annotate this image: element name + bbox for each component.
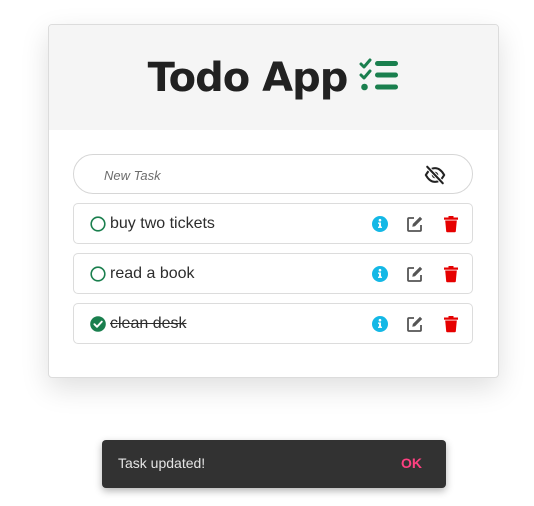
card-body: buy two tickets [49, 130, 498, 344]
circle-icon[interactable] [90, 266, 106, 282]
info-circle-icon[interactable] [371, 215, 389, 233]
trash-icon[interactable] [442, 265, 460, 283]
task-label: buy two tickets [110, 215, 215, 232]
todo-card: Todo App New Task buy two tickets read a… [48, 24, 499, 378]
eye-slash-icon[interactable] [424, 164, 446, 186]
circle-icon[interactable] [90, 216, 106, 232]
check-circle-icon[interactable] [90, 316, 106, 332]
trash-icon[interactable] [442, 315, 460, 333]
list-check-icon [359, 58, 399, 97]
snackbar: Task updated! OK [102, 440, 446, 488]
edit-icon[interactable] [406, 265, 424, 283]
task-label: clean desk [110, 315, 187, 332]
task-item: read a book [73, 253, 473, 294]
snackbar-ok-button[interactable]: OK [401, 455, 422, 471]
edit-icon[interactable] [406, 315, 424, 333]
edit-icon[interactable] [406, 215, 424, 233]
task-item: clean desk [73, 303, 473, 344]
snackbar-message: Task updated! [118, 455, 206, 471]
info-circle-icon[interactable] [371, 265, 389, 283]
task-item: buy two tickets [73, 203, 473, 244]
new-task-field [73, 154, 473, 194]
trash-icon[interactable] [442, 215, 460, 233]
new-task-input[interactable] [102, 163, 406, 187]
info-circle-icon[interactable] [371, 315, 389, 333]
card-header: Todo App [49, 25, 498, 130]
app-title: Todo App [147, 54, 349, 101]
task-label: read a book [110, 265, 195, 282]
